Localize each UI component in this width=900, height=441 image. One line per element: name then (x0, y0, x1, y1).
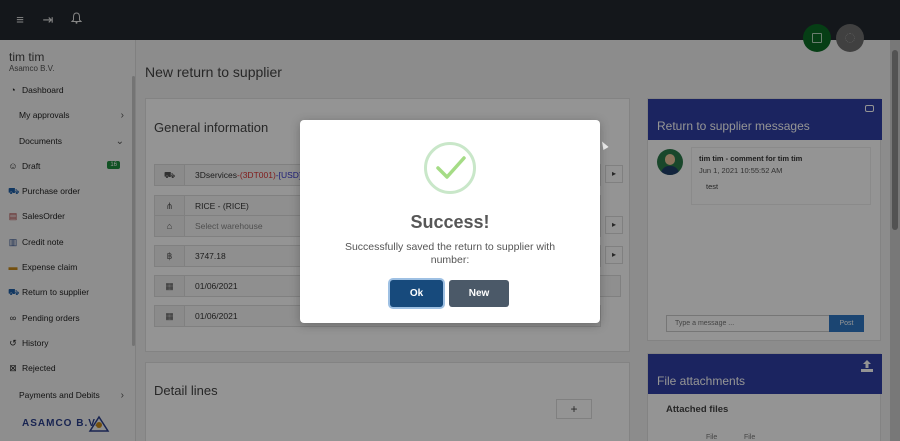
success-check-icon (424, 142, 476, 194)
dialog-title: Success! (410, 212, 490, 232)
dialog-message: Successfully saved the return to supplie… (344, 241, 556, 266)
success-dialog: Success! Successfully saved the return t… (300, 120, 600, 323)
ok-button[interactable]: Ok (390, 280, 443, 307)
new-button[interactable]: New (449, 280, 509, 307)
